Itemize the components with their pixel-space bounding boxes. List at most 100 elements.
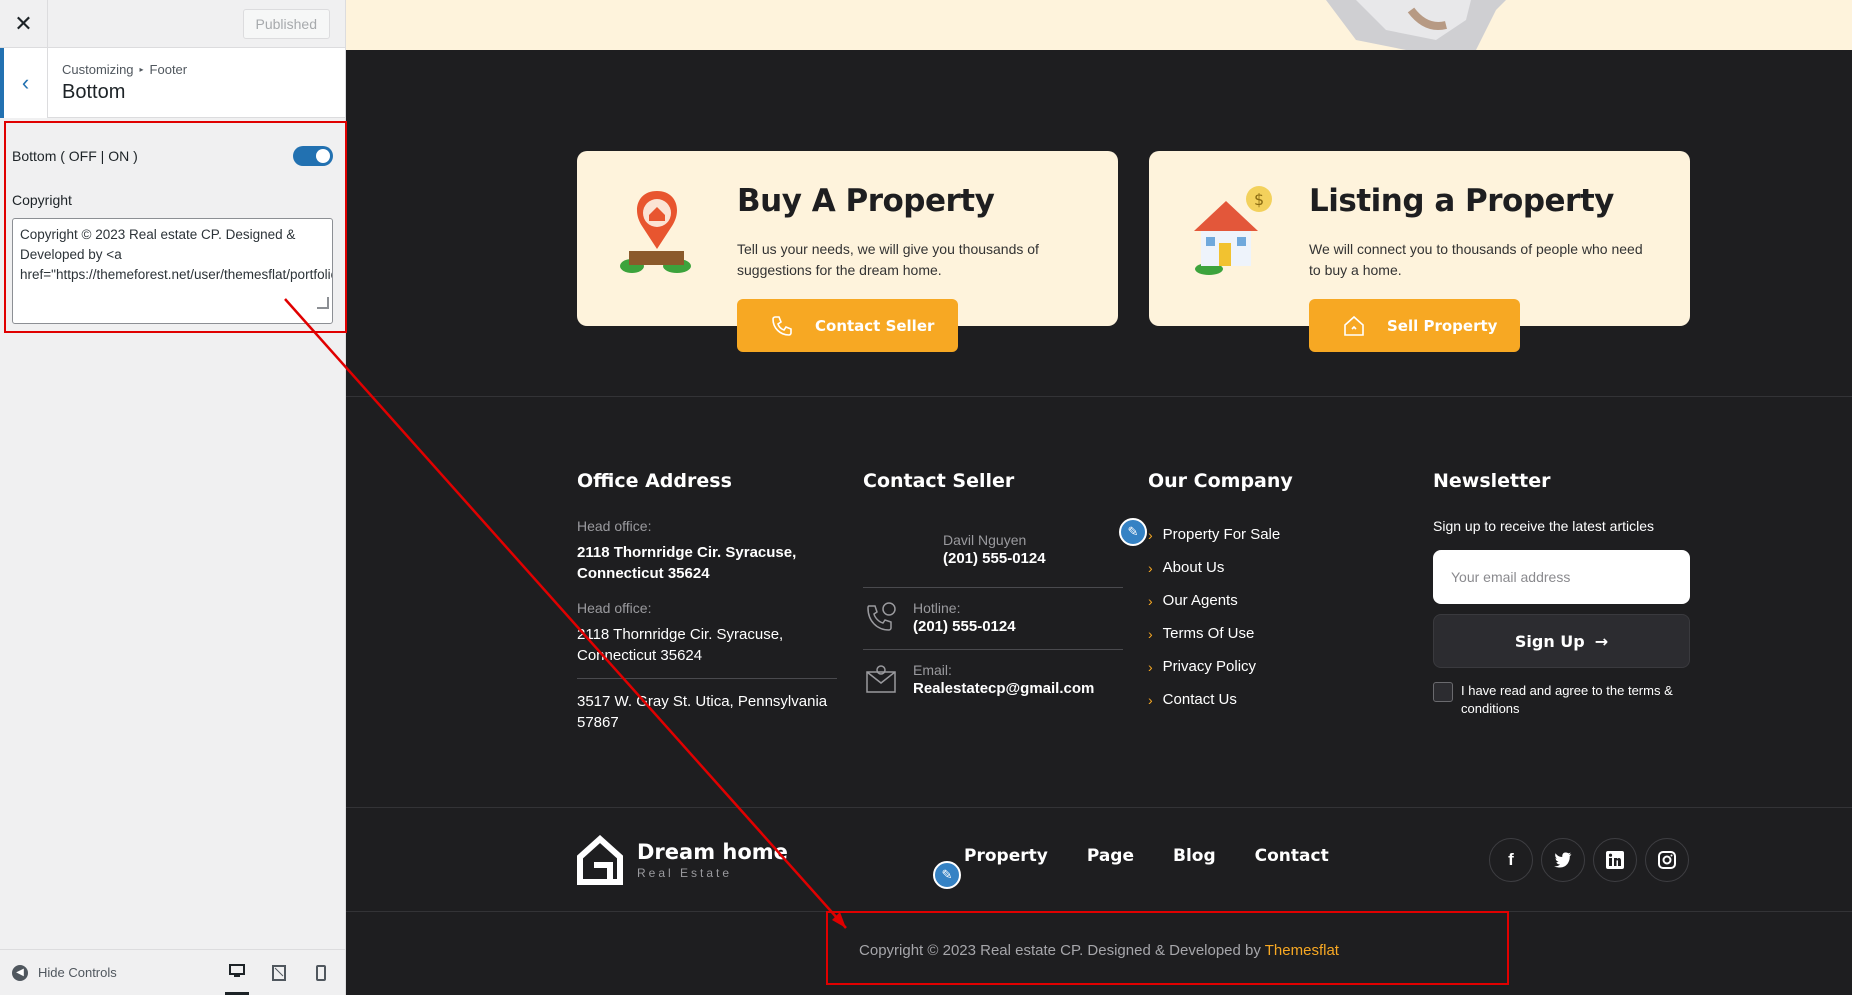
brand-name: Dream home [637, 840, 788, 864]
link-label: Our Agents [1162, 592, 1238, 609]
contact-seller-column: Contact Seller Davil Nguyen (201) 555-01… [863, 470, 1123, 699]
company-links: › Property For Sale › About Us › Our Agents… [1148, 518, 1368, 716]
email-address[interactable]: Realestatecp@gmail.com [913, 678, 1094, 699]
house-icon [1339, 314, 1369, 338]
column-title: Contact Seller [863, 470, 1015, 492]
mobile-icon[interactable] [309, 950, 333, 995]
button-label: Sign Up [1514, 631, 1585, 651]
panel-header: ✕ Published [0, 0, 345, 48]
our-company-column: Our Company › Property For Sale › About Us… [1148, 470, 1368, 716]
nav-link-property[interactable]: Property [964, 846, 1048, 866]
agent-name: Davil Nguyen [943, 532, 1027, 548]
linkedin-icon[interactable] [1593, 838, 1637, 882]
cta-cards: Buy A Property Tell us your needs, we wi… [577, 151, 1690, 352]
svg-text:$: $ [1254, 190, 1264, 209]
divider [577, 678, 837, 679]
column-title: Newsletter [1433, 470, 1551, 492]
tablet-icon[interactable] [267, 950, 291, 995]
instagram-icon[interactable] [1645, 838, 1689, 882]
section-title: Bottom [62, 80, 126, 103]
arrow-right-icon: → [1594, 631, 1609, 651]
company-link[interactable]: › Our Agents [1148, 584, 1368, 617]
phone-icon [767, 314, 797, 338]
breadcrumb-item: Customizing [62, 61, 134, 77]
hide-controls-label: Hide Controls [38, 965, 117, 980]
office-address: 3517 W. Gray St. Utica, Pennsylvania 578… [577, 693, 828, 731]
link-label: Terms Of Use [1162, 625, 1255, 642]
head-office-label: Head office: [577, 518, 652, 534]
divider [346, 396, 1852, 397]
sign-up-button[interactable]: Sign Up → [1433, 614, 1690, 668]
nav-link-contact[interactable]: Contact [1255, 846, 1329, 866]
device-switcher [225, 950, 333, 995]
nav-link-page[interactable]: Page [1087, 846, 1134, 866]
chevron-right-icon: › [1148, 691, 1153, 708]
company-link[interactable]: › Property For Sale [1148, 518, 1368, 551]
panel-footer: ◀ Hide Controls [0, 949, 345, 995]
email-row: Email: Realestatecp@gmail.com [863, 662, 1123, 699]
company-link[interactable]: › Contact Us [1148, 683, 1368, 716]
email-info: Email: Realestatecp@gmail.com [913, 662, 1094, 699]
map-pin-house-icon [620, 191, 691, 273]
chevron-right-icon: › [1148, 625, 1153, 642]
hide-controls-button[interactable]: ◀ Hide Controls [12, 964, 117, 981]
section-header: ‹ Customizing ▸ Footer Bottom [0, 48, 345, 118]
buy-property-card: Buy A Property Tell us your needs, we wi… [577, 151, 1118, 352]
hotline-number[interactable]: (201) 555-0124 [913, 616, 1016, 637]
desktop-icon[interactable] [225, 950, 249, 995]
newsletter-column: Newsletter Sign up to receive the latest… [1433, 470, 1690, 718]
listing-property-card: $ Listing a Property We will connect you… [1149, 151, 1690, 352]
edit-pencil-icon[interactable]: ✎ [933, 861, 961, 889]
company-link[interactable]: › About Us [1148, 551, 1368, 584]
envelope-icon [863, 662, 899, 698]
breadcrumb-item: Footer [149, 61, 188, 77]
link-label: About Us [1162, 559, 1225, 576]
edit-pencil-icon[interactable]: ✎ [1119, 518, 1147, 546]
chevron-right-icon: › [1148, 526, 1153, 543]
company-link[interactable]: › Terms Of Use [1148, 617, 1368, 650]
terms-agree-row: I have read and agree to the terms & con… [1433, 682, 1690, 718]
site-logo[interactable]: Dream home Real Estate [577, 835, 788, 885]
collapse-icon: ◀ [12, 964, 28, 981]
card-description: Tell us your needs, we will give you tho… [737, 241, 1039, 278]
agent-info: Davil Nguyen (201) 555-0124 [863, 532, 1123, 569]
house-logo-icon [577, 835, 623, 885]
head-office-address: 2118 Thornridge Cir. Syracuse, Connectic… [577, 544, 797, 582]
newsletter-email-input[interactable]: Your email address [1433, 550, 1690, 604]
button-label: Sell Property [1387, 316, 1498, 335]
twitter-icon[interactable] [1541, 838, 1585, 882]
back-arrow-icon[interactable]: ‹ [0, 48, 48, 118]
newsletter-subtitle: Sign up to receive the latest articles [1433, 518, 1655, 534]
chevron-right-icon: › [1148, 559, 1153, 576]
nav-link-blog[interactable]: Blog [1173, 846, 1216, 866]
button-label: Contact Seller [815, 316, 935, 335]
breadcrumb: Customizing ▸ Footer [62, 62, 187, 77]
link-label: Privacy Policy [1162, 658, 1257, 675]
link-label: Property For Sale [1162, 526, 1281, 543]
annotation-box-copyright [826, 911, 1509, 985]
footer-nav: Property Page Blog Contact [964, 846, 1329, 866]
hotline-label: Hotline: [913, 600, 961, 616]
link-label: Contact Us [1162, 691, 1237, 708]
sell-property-button[interactable]: Sell Property [1309, 299, 1520, 352]
published-button[interactable]: Published [242, 8, 330, 39]
breadcrumb-separator-icon: ▸ [139, 64, 144, 74]
phone-chat-icon [863, 600, 899, 636]
hotline-row: Hotline: (201) 555-0124 [863, 600, 1123, 637]
terms-checkbox[interactable] [1433, 682, 1453, 702]
close-icon[interactable]: ✕ [0, 0, 48, 48]
annotation-box-settings [4, 121, 347, 333]
facebook-icon[interactable]: f [1489, 838, 1533, 882]
brand-text: Dream home Real Estate [637, 840, 788, 880]
card-title: Buy A Property [737, 183, 995, 219]
person-image [1326, 0, 1506, 50]
contact-seller-button[interactable]: Contact Seller [737, 299, 958, 352]
social-links: f [1489, 838, 1689, 882]
card-description: We will connect you to thousands of peop… [1309, 241, 1643, 278]
brand-tagline: Real Estate [637, 866, 733, 880]
divider [346, 807, 1852, 808]
company-link[interactable]: › Privacy Policy [1148, 650, 1368, 683]
terms-label: I have read and agree to the terms & con… [1461, 683, 1673, 716]
chevron-right-icon: › [1148, 592, 1153, 609]
head-office-address: 2118 Thornridge Cir. Syracuse, Connectic… [577, 626, 784, 664]
